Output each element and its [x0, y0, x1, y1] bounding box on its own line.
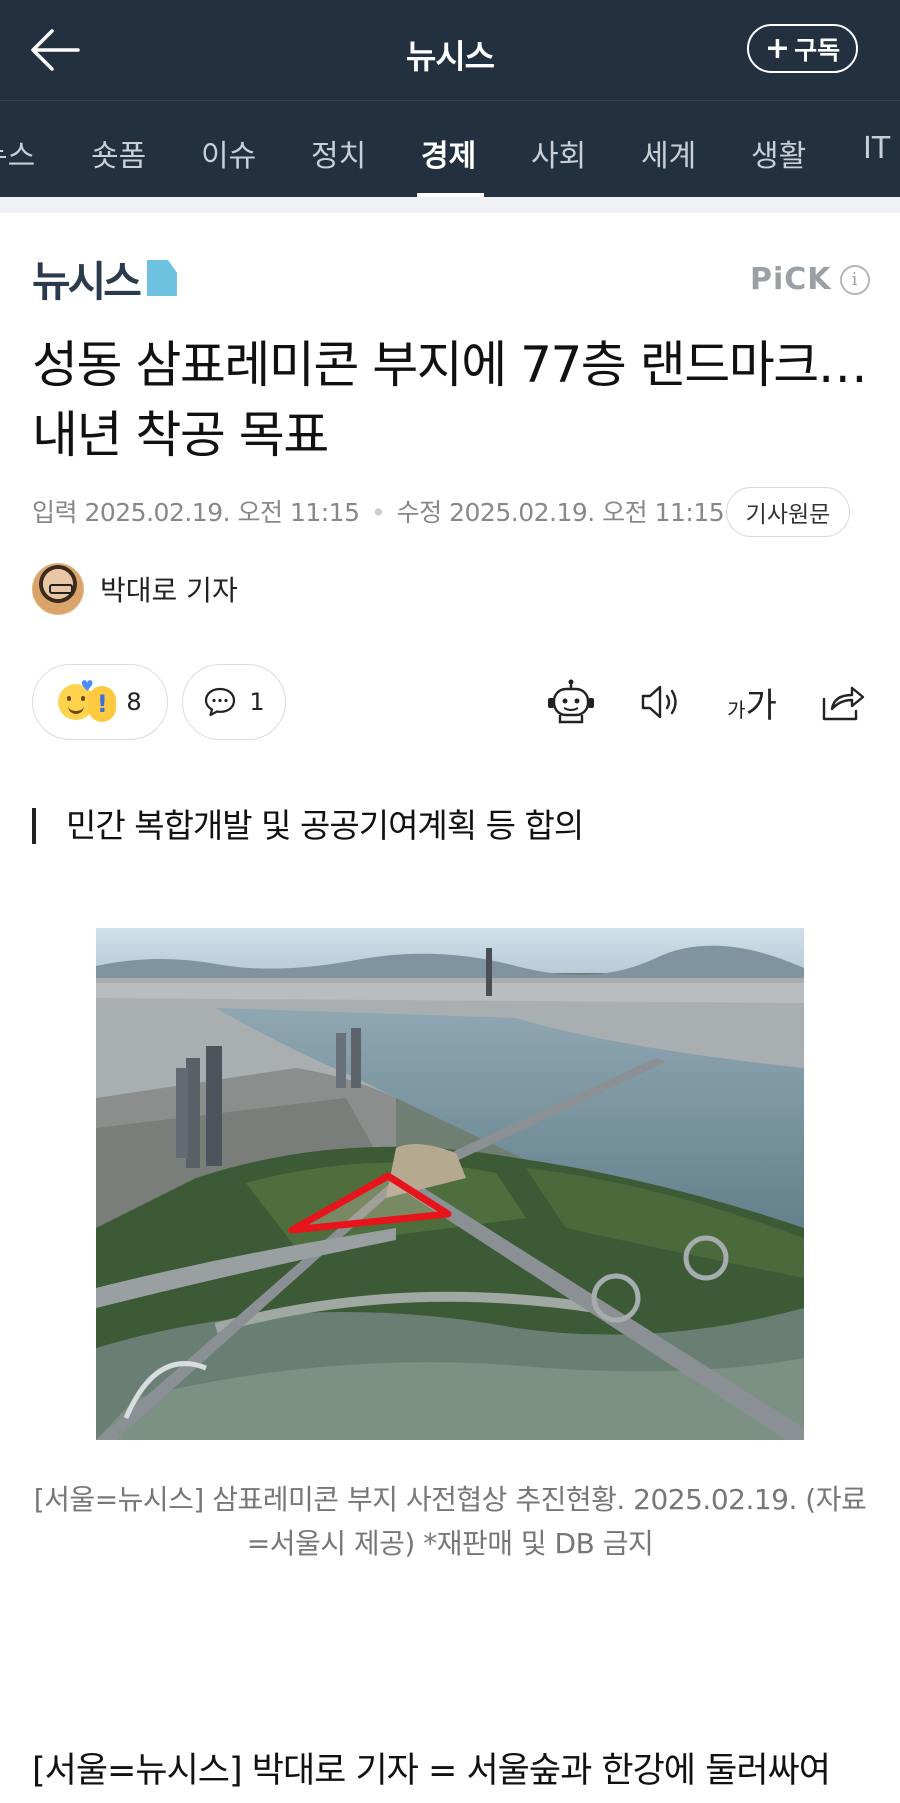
tab-society[interactable]: 사회	[531, 131, 586, 175]
font-size-icon: 가가	[727, 685, 777, 726]
reporter-avatar	[32, 563, 84, 615]
separator-dot: •	[370, 498, 386, 527]
aerial-photo-illustration	[96, 928, 804, 1440]
section-divider	[0, 197, 900, 213]
top-bar: 뉴시스 + 구독	[0, 0, 900, 100]
reaction-emoji-icon: ♥ !	[58, 679, 117, 722]
press-logo-mark	[146, 260, 177, 296]
photo-caption: [서울=뉴시스] 삼표레미콘 부지 사전협상 추진현황. 2025.02.19.…	[33, 1483, 867, 1560]
tab-economy[interactable]: 경제	[421, 131, 476, 175]
article-dates: 입력 2025.02.19. 오전 11:15 • 수정 2025.02.19.…	[32, 493, 725, 529]
summary-robot-button[interactable]	[543, 674, 599, 730]
reporter[interactable]: 박대로 기자	[32, 563, 238, 615]
tab-it[interactable]: IT	[863, 131, 890, 166]
article-photo[interactable]	[96, 928, 804, 1440]
plus-icon: +	[764, 30, 791, 66]
tab-life[interactable]: 생활	[751, 131, 806, 175]
font-size-button[interactable]: 가가	[724, 674, 780, 730]
tab-issue[interactable]: 이슈	[201, 131, 256, 175]
input-label: 입력	[32, 498, 78, 527]
pick-label: PiCK	[750, 262, 832, 297]
article-subheadline: 민간 복합개발 및 공공기여계획 등 합의	[32, 808, 584, 844]
input-date: 2025.02.19. 오전 11:15	[84, 498, 360, 527]
comment-count: 1	[249, 688, 265, 716]
article-headline: 성동 삼표레미콘 부지에 77층 랜드마크…내년 착공 목표	[32, 336, 868, 464]
reaction-count: 8	[126, 688, 142, 716]
tab-shortform[interactable]: 숏폼	[91, 131, 146, 175]
original-article-button[interactable]: 기사원문	[726, 487, 850, 537]
modified-label: 수정	[396, 498, 443, 527]
read-aloud-button[interactable]	[634, 674, 690, 730]
reporter-name: 박대로 기자	[100, 574, 238, 607]
tab-world[interactable]: 세계	[641, 131, 696, 175]
press-logo-text: 뉴시스	[32, 256, 142, 306]
comment-button[interactable]: 1	[182, 664, 286, 740]
tab-politics[interactable]: 정치	[311, 131, 366, 175]
comment-icon	[205, 687, 236, 717]
press-logo[interactable]: 뉴시스	[32, 255, 177, 306]
article-body-first-line: [서울=뉴시스] 박대로 기자 = 서울숲과 한강에 둘러싸여	[32, 1751, 831, 1791]
reaction-button[interactable]: ♥ ! 8	[32, 664, 168, 740]
modified-date: 2025.02.19. 오전 11:15	[449, 498, 725, 527]
category-tabs: 뉴스 숏폼 이슈 정치 경제 사회 세계 생활 IT	[0, 100, 900, 197]
speaker-icon	[641, 685, 677, 719]
share-icon	[822, 686, 865, 721]
robot-summary-icon	[548, 679, 594, 724]
info-icon[interactable]: i	[839, 264, 870, 295]
subscribe-button[interactable]: + 구독	[747, 24, 858, 73]
share-button[interactable]	[815, 674, 871, 730]
pick-badge[interactable]: PiCK i	[750, 262, 870, 297]
tab-news[interactable]: 뉴스	[0, 131, 35, 175]
subscribe-label: 구독	[794, 35, 841, 65]
